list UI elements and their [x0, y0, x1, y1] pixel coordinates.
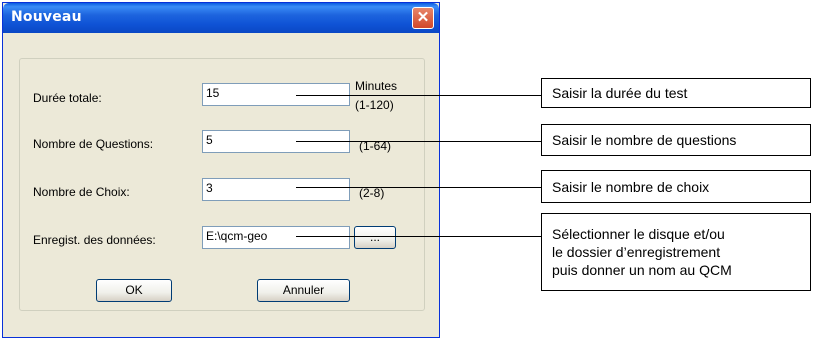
duration-value: 15 — [206, 86, 220, 100]
storage-path-value: E:\qcm-geo — [206, 229, 268, 243]
questions-label: Nombre de Questions: — [33, 137, 154, 151]
connector-choices — [296, 187, 541, 188]
close-icon: ✕ — [416, 9, 430, 26]
callout-choices-text: Saisir le nombre de choix — [552, 178, 710, 195]
callout-duration-text: Saisir la durée du test — [552, 85, 688, 101]
choices-label: Nombre de Choix: — [33, 185, 130, 199]
choices-value: 3 — [206, 181, 213, 195]
callout-folder-text: Sélectionner le disque et/ou le dossier … — [552, 226, 732, 278]
dialog-title: Nouveau — [11, 9, 82, 25]
callout-choices: Saisir le nombre de choix — [541, 170, 811, 203]
browse-button[interactable]: ... — [354, 226, 396, 249]
duration-label: Durée totale: — [33, 91, 102, 105]
ok-label: OK — [125, 283, 143, 297]
cancel-label: Annuler — [282, 283, 325, 297]
callout-questions: Saisir le nombre de questions — [541, 124, 811, 156]
callout-questions-text: Saisir le nombre de questions — [552, 132, 737, 148]
browse-label: ... — [369, 230, 380, 244]
cancel-button[interactable]: Annuler — [257, 279, 350, 302]
questions-value: 5 — [206, 133, 213, 147]
storage-label: Enregist. des données: — [33, 233, 156, 247]
callout-folder: Sélectionner le disque et/ou le dossier … — [541, 213, 811, 291]
callout-duration: Saisir la durée du test — [541, 78, 811, 108]
duration-unit: Minutes — [355, 79, 398, 93]
choices-range: (2-8) — [359, 186, 385, 200]
title-bar: Nouveau ✕ — [3, 3, 439, 33]
connector-duration — [296, 95, 541, 96]
nouveau-dialog: Nouveau ✕ Durée totale: 15 Minutes (1-12… — [2, 2, 440, 338]
connector-questions — [296, 141, 541, 142]
storage-path-input[interactable]: E:\qcm-geo — [202, 226, 350, 249]
close-button[interactable]: ✕ — [412, 7, 434, 29]
ok-button[interactable]: OK — [96, 279, 172, 302]
duration-range: (1-120) — [355, 98, 394, 112]
connector-folder — [296, 236, 541, 237]
choices-input[interactable]: 3 — [202, 178, 350, 201]
